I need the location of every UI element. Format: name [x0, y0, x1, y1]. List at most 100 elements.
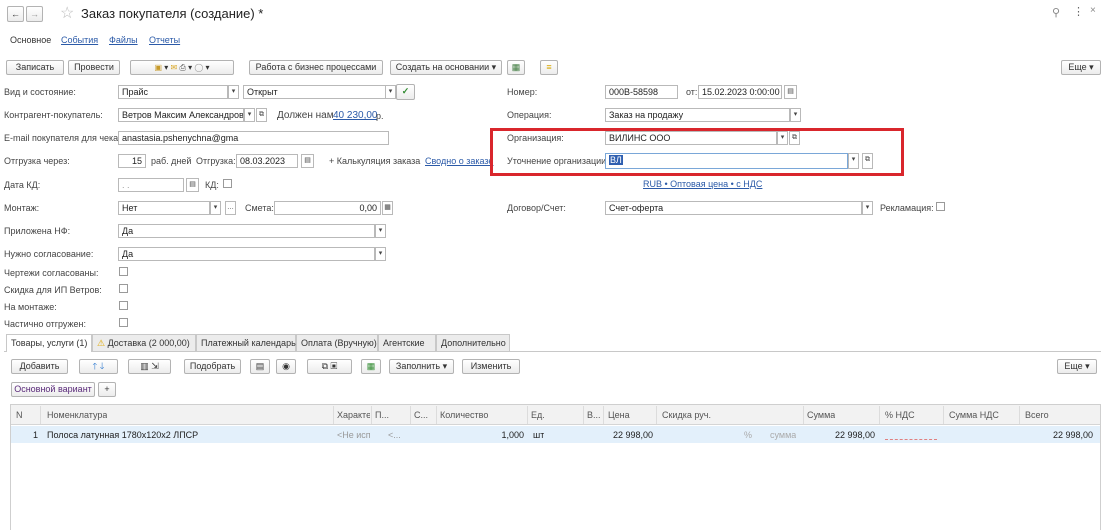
discount-checkbox[interactable] [119, 284, 128, 293]
debt-amount-link[interactable]: 40 230,00 [333, 110, 378, 121]
nav-tab-main[interactable]: Основное [10, 35, 51, 45]
post-button[interactable]: Провести [68, 60, 120, 75]
col-header-n[interactable]: N [16, 406, 23, 424]
nav-tab-reports[interactable]: Отчеты [149, 35, 180, 45]
tab-payment-calendar[interactable]: Платежный календарь [196, 334, 296, 351]
col-header-unit[interactable]: Ед. [531, 406, 545, 424]
tab-goods[interactable]: Товары, услуги (1) [6, 334, 92, 352]
number-field[interactable]: 000В-58598 [605, 85, 678, 99]
change-button[interactable]: Изменить [462, 359, 520, 374]
tab-agent[interactable]: Агентские [378, 334, 436, 351]
cell-discount-pct[interactable]: % [744, 428, 752, 442]
org-dropdown[interactable]: ▾ [777, 131, 788, 145]
add-variant-button[interactable]: + [98, 382, 116, 397]
tab-delivery[interactable]: ⚠ Доставка (2 000,00) [92, 334, 196, 351]
operation-dropdown[interactable]: ▾ [790, 108, 801, 122]
col-header-v[interactable]: В... [587, 406, 601, 424]
excel-icon-button[interactable]: ▦ [361, 359, 381, 374]
cell-total[interactable]: 22 998,00 [1025, 428, 1093, 442]
price-type-link[interactable]: RUB • Оптовая цена • с НДС [643, 179, 762, 189]
back-button[interactable]: ← [7, 6, 24, 22]
cell-name[interactable]: Полоса латунная 1780х120х2 ЛПСР [47, 428, 198, 442]
complaint-checkbox[interactable] [936, 202, 945, 211]
col-header-qty[interactable]: Количество [440, 406, 488, 424]
approval-needed-dropdown[interactable]: ▾ [375, 247, 386, 261]
montage-select-button[interactable]: … [225, 201, 236, 215]
barcode-buttons[interactable]: ▥ ⇲ [128, 359, 171, 374]
montage-field[interactable]: Нет [118, 201, 210, 215]
col-header-vat-pct[interactable]: % НДС [885, 406, 915, 424]
cell-p[interactable]: <... [388, 428, 401, 442]
nav-tab-events[interactable]: События [61, 35, 98, 45]
calculator-icon-button[interactable]: ▤ [250, 359, 270, 374]
cell-char[interactable]: <Не исп... [337, 428, 370, 442]
approval-needed-field[interactable]: Да [118, 247, 375, 261]
shipment-calendar-icon[interactable]: ▤ [301, 154, 314, 168]
col-header-total[interactable]: Всего [1025, 406, 1049, 424]
org-open-icon[interactable]: ⧉ [789, 131, 800, 145]
cell-price[interactable]: 22 998,00 [600, 428, 653, 442]
cell-vat-pct-empty[interactable] [885, 439, 937, 440]
cell-unit[interactable]: шт [533, 428, 544, 442]
col-header-name[interactable]: Номенклатура [47, 406, 107, 424]
copy-paste-buttons[interactable]: ⧉ ▣ [307, 359, 352, 374]
view-icon-button[interactable]: ◉ [276, 359, 296, 374]
customer-field[interactable]: Ветров Максим Александрович [118, 108, 244, 122]
state-field[interactable]: Открыт [243, 85, 386, 99]
goods-more-button[interactable]: Еще ▾ [1057, 359, 1097, 374]
org-refine-open-icon[interactable]: ⧉ [862, 153, 873, 169]
tab-additional[interactable]: Дополнительно [436, 334, 510, 351]
col-header-vat-sum[interactable]: Сумма НДС [949, 406, 999, 424]
doc-date-field[interactable]: 15.02.2023 0:00:00 [698, 85, 782, 99]
drawings-checkbox[interactable] [119, 267, 128, 276]
cell-sum[interactable]: 22 998,00 [807, 428, 875, 442]
col-header-price[interactable]: Цена [608, 406, 630, 424]
kind-dropdown[interactable]: ▾ [228, 85, 239, 99]
calc-order-label[interactable]: + Калькуляция заказа [329, 156, 420, 166]
col-header-sum[interactable]: Сумма [807, 406, 835, 424]
state-dropdown[interactable]: ▾ [385, 85, 396, 99]
cell-qty[interactable]: 1,000 [440, 428, 524, 442]
email-field[interactable]: anastasia.pshenychna@gma [118, 131, 389, 145]
highlight-icon-button[interactable]: ≡ [540, 60, 558, 75]
move-buttons[interactable]: 🡑 🡓 [79, 359, 118, 374]
shipment-days-field[interactable]: 15 [118, 154, 146, 168]
order-summary-link[interactable]: Сводно о заказе [425, 156, 493, 166]
estimate-field[interactable]: 0,00 [274, 201, 381, 215]
invoice-attached-field[interactable]: Да [118, 224, 375, 238]
col-header-s[interactable]: С... [414, 406, 428, 424]
contract-field[interactable]: Счет-оферта [605, 201, 862, 215]
close-icon[interactable]: × [1090, 5, 1096, 16]
nav-tab-files[interactable]: Файлы [109, 35, 138, 45]
customer-open-icon[interactable]: ⧉ [256, 108, 267, 122]
forward-button[interactable]: → [26, 6, 43, 22]
kd-date-field[interactable]: . . [118, 178, 184, 192]
montage-dropdown[interactable]: ▾ [210, 201, 221, 215]
fill-button[interactable]: Заполнить ▾ [389, 359, 454, 374]
org-refine-field[interactable]: ВЛ [605, 153, 848, 169]
document-tools-button[interactable]: ▣ ▾ ✉ ⎙ ▾ ◯ ▾ [130, 60, 234, 75]
doc-date-calendar-icon[interactable]: ▤ [784, 85, 797, 99]
favorite-star-icon[interactable]: ☆ [60, 3, 74, 23]
estimate-calculator-icon[interactable]: ▦ [382, 201, 393, 215]
customer-dropdown[interactable]: ▾ [244, 108, 255, 122]
partially-shipped-checkbox[interactable] [119, 318, 128, 327]
shipment-date-field[interactable]: 08.03.2023 [236, 154, 298, 168]
org-field[interactable]: ВИЛИНС ООО [605, 131, 777, 145]
confirm-state-button[interactable]: ✓ [396, 84, 415, 100]
col-header-char[interactable]: Характе... [337, 406, 370, 424]
variant-tab[interactable]: Основной вариант [11, 382, 95, 397]
on-montage-checkbox[interactable] [119, 301, 128, 310]
business-processes-button[interactable]: Работа с бизнес процессами [249, 60, 383, 75]
tab-payment-manual[interactable]: Оплата (Вручную) [296, 334, 378, 351]
create-based-button[interactable]: Создать на основании ▾ [390, 60, 502, 75]
col-header-discount[interactable]: Скидка руч. [662, 406, 711, 424]
add-row-button[interactable]: Добавить [11, 359, 68, 374]
col-header-p[interactable]: П... [375, 406, 389, 424]
structure-icon-button[interactable]: ▦ [507, 60, 525, 75]
more-button[interactable]: Еще ▾ [1061, 60, 1101, 75]
org-refine-dropdown[interactable]: ▾ [848, 153, 859, 169]
kd-checkbox[interactable] [223, 179, 232, 188]
link-icon[interactable]: ⚲ [1052, 6, 1060, 19]
save-button[interactable]: Записать [6, 60, 64, 75]
